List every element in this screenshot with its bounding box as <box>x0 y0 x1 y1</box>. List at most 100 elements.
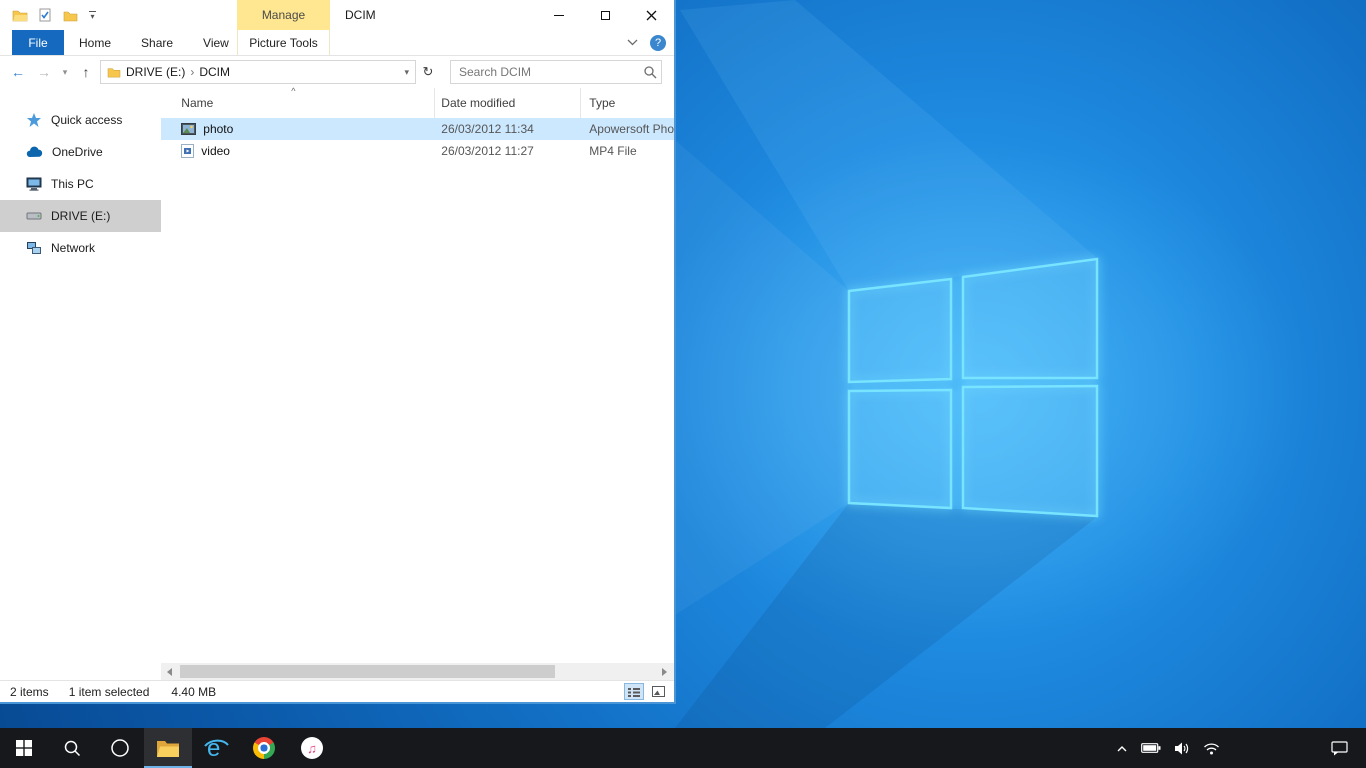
tab-picture-tools[interactable]: Picture Tools <box>237 30 330 55</box>
video-file-icon <box>181 144 194 158</box>
start-button[interactable] <box>0 728 48 768</box>
itunes-icon: ♫ <box>301 737 323 759</box>
minimize-button[interactable] <box>536 0 582 30</box>
taskbar-ie-button[interactable]: e <box>192 728 240 768</box>
tab-view[interactable]: View <box>188 30 244 55</box>
refresh-button[interactable]: ↻ <box>418 64 438 80</box>
sidebar-item-label: Quick access <box>51 113 122 127</box>
file-type-cell: Apowersoft Pho <box>581 122 674 136</box>
file-type-cell: MP4 File <box>581 144 674 158</box>
file-list: ^ Name Date modified Type photo 26/03/20… <box>161 88 674 680</box>
sidebar-item-quick-access[interactable]: Quick access <box>0 104 161 136</box>
maximize-icon <box>601 11 610 20</box>
history-dropdown-icon[interactable]: ▾ <box>58 60 72 84</box>
ribbon-tabs: File Home Share View Picture Tools ? <box>0 30 674 56</box>
tray-expand-icon[interactable] <box>1116 744 1128 753</box>
quick-access-toolbar: ▾ <box>0 8 96 22</box>
network-icon <box>26 241 42 255</box>
sidebar-item-label: DRIVE (E:) <box>51 209 110 223</box>
cortana-icon <box>110 738 130 758</box>
details-view-icon <box>628 687 640 697</box>
search-box <box>450 60 662 84</box>
file-name: photo <box>203 122 233 136</box>
view-toggle-buttons <box>624 683 668 700</box>
taskbar-search-button[interactable] <box>48 728 96 768</box>
explorer-folder-icon[interactable] <box>12 8 28 22</box>
cortana-button[interactable] <box>96 728 144 768</box>
file-name-cell: photo <box>161 122 435 136</box>
sidebar-item-label: OneDrive <box>52 145 103 159</box>
breadcrumb-separator: › <box>190 65 194 79</box>
windows-logo-icon <box>16 740 32 756</box>
taskbar: e ♫ <box>0 728 1366 768</box>
sidebar-item-onedrive[interactable]: OneDrive <box>0 136 161 168</box>
table-row[interactable]: video 26/03/2012 11:27 MP4 File <box>161 140 674 162</box>
ribbon-right-controls: ? <box>627 30 666 55</box>
window-content: Quick access OneDrive This PC DRIVE (E:)… <box>0 88 674 680</box>
ribbon-collapse-icon[interactable] <box>627 39 638 46</box>
details-view-button[interactable] <box>624 683 644 700</box>
column-header-type[interactable]: Type <box>581 96 674 110</box>
maximize-button[interactable] <box>582 0 628 30</box>
sidebar-item-drive-e[interactable]: DRIVE (E:) <box>0 200 161 232</box>
forward-button[interactable]: → <box>32 60 56 84</box>
up-button[interactable]: ↑ <box>74 60 98 84</box>
window-title: DCIM <box>345 0 376 30</box>
file-explorer-window: ▾ Manage DCIM File Home Share View Pictu… <box>0 0 676 704</box>
action-center-button[interactable] <box>1331 728 1348 768</box>
close-icon <box>646 10 657 21</box>
table-row[interactable]: photo 26/03/2012 11:34 Apowersoft Pho <box>161 118 674 140</box>
qat-properties-icon[interactable] <box>39 8 52 22</box>
help-button[interactable]: ? <box>650 35 666 51</box>
cloud-icon <box>26 146 43 158</box>
battery-icon[interactable] <box>1141 741 1161 755</box>
scroll-right-arrow[interactable] <box>656 663 673 680</box>
sidebar-item-this-pc[interactable]: This PC <box>0 168 161 200</box>
taskbar-search-icon <box>63 739 81 757</box>
file-name: video <box>201 144 230 158</box>
breadcrumb-segment-dcim[interactable]: DCIM <box>199 65 230 79</box>
address-dropdown-icon[interactable]: ▾ <box>404 67 409 78</box>
chrome-icon <box>253 737 275 759</box>
search-input[interactable] <box>459 65 643 79</box>
column-header-date-modified[interactable]: Date modified <box>435 88 581 118</box>
file-tab[interactable]: File <box>12 30 64 55</box>
scroll-left-arrow[interactable] <box>161 663 178 680</box>
sidebar-item-label: Network <box>51 241 95 255</box>
tab-share[interactable]: Share <box>126 30 188 55</box>
sort-ascending-icon: ^ <box>291 86 295 96</box>
address-toolbar: ← → ▾ ↑ DRIVE (E:) › DCIM ▾ ↻ <box>0 56 674 88</box>
horizontal-scrollbar[interactable] <box>161 663 674 680</box>
column-headers: ^ Name Date modified Type <box>161 88 674 118</box>
breadcrumb-segment-drive[interactable]: DRIVE (E:) <box>126 65 185 79</box>
file-date-cell: 26/03/2012 11:34 <box>435 122 581 136</box>
taskbar-itunes-button[interactable]: ♫ <box>288 728 336 768</box>
thumbnails-view-button[interactable] <box>648 683 668 700</box>
back-button[interactable]: ← <box>6 60 30 84</box>
scroll-thumb[interactable] <box>180 665 555 678</box>
column-header-name[interactable]: Name <box>161 88 435 118</box>
taskbar-folder-icon <box>156 739 180 758</box>
file-date-cell: 26/03/2012 11:27 <box>435 144 581 158</box>
sidebar-item-label: This PC <box>51 177 94 191</box>
search-icon[interactable] <box>643 65 657 79</box>
svg-text:e: e <box>207 735 220 761</box>
address-bar[interactable]: DRIVE (E:) › DCIM ▾ <box>100 60 416 84</box>
taskbar-chrome-button[interactable] <box>240 728 288 768</box>
sidebar-item-network[interactable]: Network <box>0 232 161 264</box>
network-status-icon[interactable] <box>1203 742 1220 755</box>
status-item-count: 2 items <box>10 685 49 699</box>
manage-contextual-tab[interactable]: Manage <box>237 0 330 30</box>
taskbar-file-explorer-button[interactable] <box>144 728 192 768</box>
volume-icon[interactable] <box>1174 741 1190 756</box>
status-selection: 1 item selected <box>69 685 150 699</box>
tab-home[interactable]: Home <box>64 30 126 55</box>
qat-new-folder-icon[interactable] <box>63 9 78 22</box>
address-folder-icon <box>107 66 121 78</box>
close-button[interactable] <box>628 0 674 30</box>
file-name-cell: video <box>161 144 435 158</box>
qat-customize-dropdown-icon[interactable]: ▾ <box>89 11 96 20</box>
star-icon <box>26 112 42 128</box>
navigation-pane: Quick access OneDrive This PC DRIVE (E:)… <box>0 88 161 680</box>
titlebar: ▾ Manage DCIM <box>0 0 674 30</box>
